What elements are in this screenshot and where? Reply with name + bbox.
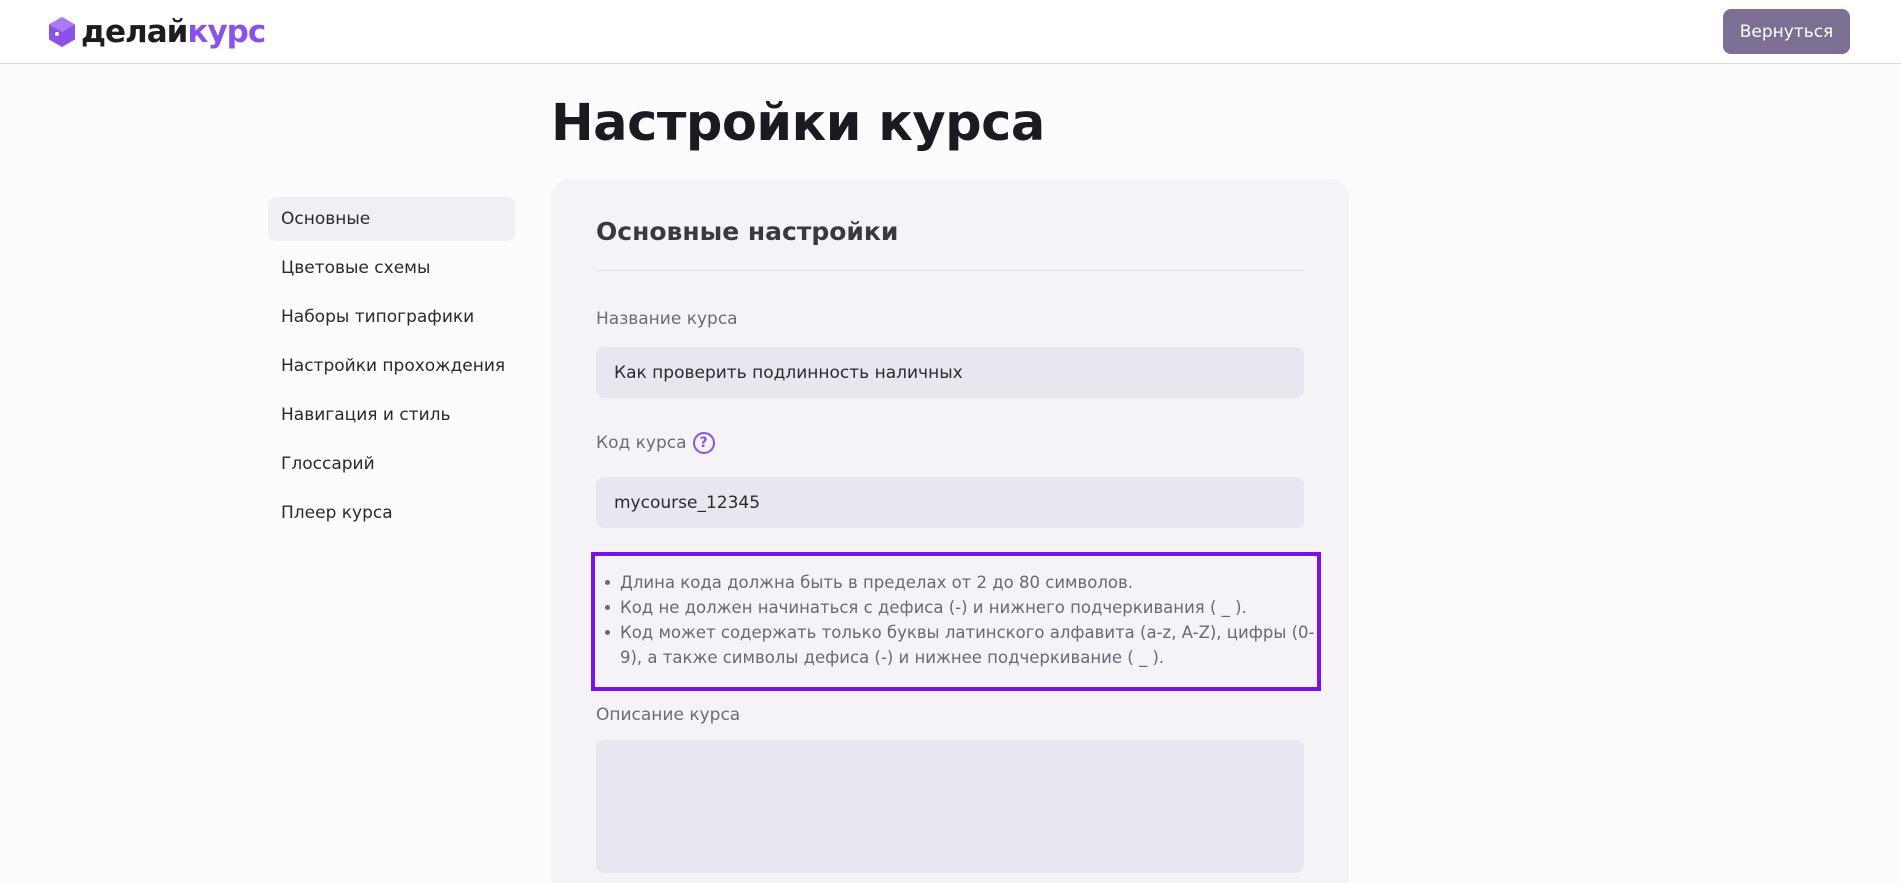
sidebar-item-typography[interactable]: Наборы типографики bbox=[268, 295, 515, 339]
settings-sidebar: Основные Цветовые схемы Наборы типографи… bbox=[268, 197, 515, 540]
course-code-label-row: Код курса ? bbox=[596, 432, 715, 454]
divider bbox=[596, 270, 1304, 271]
logo-text-part1: делай bbox=[81, 14, 188, 50]
basic-settings-card: Основные настройки Название курса Код ку… bbox=[551, 179, 1349, 883]
sidebar-item-navigation-style[interactable]: Навигация и стиль bbox=[268, 393, 515, 437]
card-title: Основные настройки bbox=[596, 217, 899, 246]
sidebar-item-color-schemes[interactable]: Цветовые схемы bbox=[268, 246, 515, 290]
course-code-input[interactable] bbox=[596, 477, 1304, 528]
page-title: Настройки курса bbox=[551, 94, 1045, 153]
sidebar-item-completion-settings[interactable]: Настройки прохождения bbox=[268, 344, 515, 388]
rule-item: Код может содержать только буквы латинск… bbox=[595, 620, 1317, 670]
sidebar-item-glossary[interactable]: Глоссарий bbox=[268, 442, 515, 486]
sidebar-item-basic[interactable]: Основные bbox=[268, 197, 515, 241]
logo[interactable]: делайкурс bbox=[47, 14, 266, 50]
logo-text: делайкурс bbox=[81, 14, 266, 50]
course-code-label: Код курса bbox=[596, 433, 687, 453]
rule-item: Код не должен начинаться с дефиса (-) и … bbox=[595, 595, 1317, 620]
rules-list: Длина кода должна быть в пределах от 2 д… bbox=[595, 570, 1317, 670]
help-icon[interactable]: ? bbox=[692, 432, 715, 454]
sidebar-item-course-player[interactable]: Плеер курса bbox=[268, 491, 515, 535]
course-description-label: Описание курса bbox=[596, 705, 741, 725]
back-button[interactable]: Вернуться bbox=[1723, 9, 1850, 54]
course-description-textarea[interactable] bbox=[596, 740, 1304, 873]
logo-text-part2: курс bbox=[187, 14, 266, 50]
top-header: делайкурс Вернуться bbox=[0, 0, 1901, 64]
course-name-label: Название курса bbox=[596, 309, 738, 329]
course-code-rules-box: Длина кода должна быть в пределах от 2 д… bbox=[591, 552, 1321, 691]
rule-item: Длина кода должна быть в пределах от 2 д… bbox=[595, 570, 1317, 595]
course-name-input[interactable] bbox=[596, 347, 1304, 398]
logo-cube-icon bbox=[49, 17, 75, 47]
